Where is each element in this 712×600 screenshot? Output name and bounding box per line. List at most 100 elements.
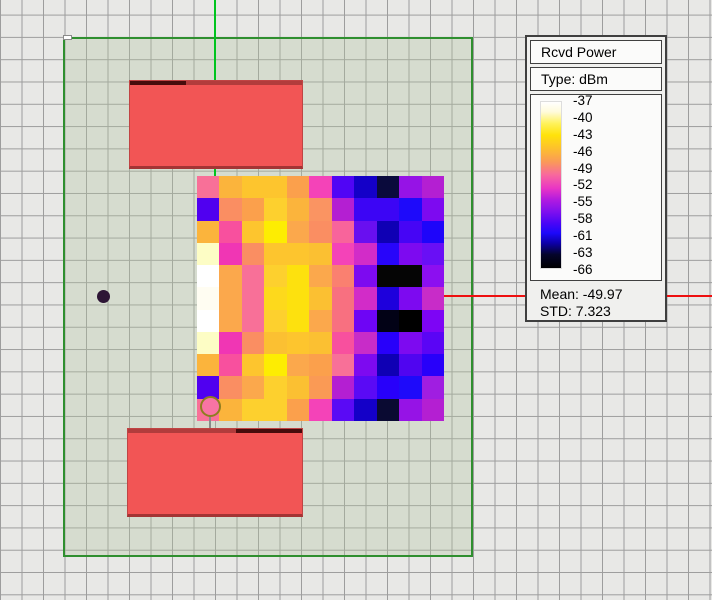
legend-type-label: Type: dBm — [530, 67, 662, 91]
heatmap-cell — [219, 265, 242, 288]
heatmap-cell — [219, 354, 242, 377]
heatmap-cell — [264, 242, 287, 266]
heatmap-cell — [354, 287, 377, 310]
heatmap-cell — [241, 176, 265, 199]
legend-panel[interactable]: Rcvd Power Type: dBm -37 -40 -43 -46 -49 -52-… — [525, 35, 667, 322]
receiver-point-marker[interactable] — [97, 290, 110, 303]
heatmap-cell — [331, 331, 355, 355]
heatmap-cell — [241, 354, 265, 377]
heatmap-cell — [399, 242, 422, 266]
heatmap-cell — [331, 220, 355, 243]
colorbar-tick-label: -66 — [573, 261, 593, 277]
heatmap-cell — [354, 331, 377, 355]
heatmap-cell — [219, 398, 242, 421]
heatmap-cell — [197, 242, 220, 266]
heatmap-cell — [399, 354, 422, 377]
heatmap-cell — [241, 331, 265, 355]
heatmap-cell — [286, 376, 310, 399]
colorbar-tick-label: -43 — [573, 126, 593, 142]
heatmap-cell — [376, 376, 400, 399]
heatmap-cell — [286, 176, 310, 199]
heatmap-cell — [197, 287, 220, 310]
scene-viewport[interactable]: Rcvd Power Type: dBm -37 -40 -43 -46 -49 -52-… — [0, 0, 712, 600]
vertex-handle[interactable] — [63, 35, 72, 40]
heatmap-cell — [219, 309, 242, 332]
colorbar-tick-label: -63 — [573, 245, 593, 261]
heatmap-cell — [286, 242, 310, 266]
heatmap-cell — [331, 287, 355, 310]
heatmap-cell — [376, 331, 400, 355]
heatmap-cell — [241, 265, 265, 288]
heatmap-cell — [197, 331, 220, 355]
heatmap-cell — [399, 376, 422, 399]
heatmap-cell — [399, 265, 422, 288]
heatmap-cell — [421, 265, 444, 288]
heatmap-cell — [309, 265, 332, 288]
heatmap-cell — [331, 309, 355, 332]
heatmap-cell — [354, 354, 377, 377]
heatmap-cell — [197, 265, 220, 288]
heatmap-cell — [241, 198, 265, 221]
heatmap-cell — [264, 354, 287, 377]
legend-title: Rcvd Power — [530, 40, 662, 64]
heatmap-cell — [421, 376, 444, 399]
heatmap-cell — [376, 287, 400, 310]
legend-stats: Mean: -49.97 STD: 7.323 — [530, 284, 662, 322]
heatmap-cell — [331, 398, 355, 421]
heatmap-cell — [354, 176, 377, 199]
heatmap-cell — [219, 176, 242, 199]
colorbar-tick-label: -55 — [573, 194, 593, 210]
building-roof-edge — [130, 81, 302, 85]
heatmap-cell — [399, 220, 422, 243]
heatmap-cell — [197, 309, 220, 332]
colorbar-ticks: -37 -40 -43 -46 -49 -52 -55 -58 -61 -63 -66 — [573, 93, 593, 277]
heatmap-cell — [421, 309, 444, 332]
heatmap-cell — [331, 198, 355, 221]
rcvd-power-heatmap[interactable] — [197, 176, 444, 421]
heatmap-cell — [331, 376, 355, 399]
heatmap-cell — [219, 376, 242, 399]
heatmap-cell — [376, 398, 400, 421]
heatmap-cell — [399, 287, 422, 310]
colorbar-gradient — [540, 101, 562, 269]
heatmap-cell — [286, 198, 310, 221]
heatmap-cell — [241, 242, 265, 266]
heatmap-cell — [309, 398, 332, 421]
heatmap-cell — [331, 176, 355, 199]
heatmap-cell — [331, 242, 355, 266]
heatmap-cell — [264, 309, 287, 332]
transmitter-point-marker[interactable] — [200, 396, 221, 417]
colorbar-tick-label: -40 — [573, 109, 593, 125]
heatmap-cell — [264, 287, 287, 310]
heatmap-cell — [399, 176, 422, 199]
heatmap-cell — [376, 265, 400, 288]
colorbar-tick-label: -49 — [573, 160, 593, 176]
heatmap-cell — [421, 354, 444, 377]
heatmap-cell — [354, 398, 377, 421]
heatmap-cell — [376, 242, 400, 266]
colorbar-tick-label: -52 — [573, 177, 593, 193]
heatmap-cell — [376, 176, 400, 199]
building-top[interactable] — [129, 80, 303, 169]
heatmap-cell — [264, 220, 287, 243]
heatmap-cell — [399, 331, 422, 355]
heatmap-cell — [286, 398, 310, 421]
heatmap-cell — [264, 398, 287, 421]
heatmap-cell — [309, 354, 332, 377]
heatmap-cell — [376, 354, 400, 377]
heatmap-cell — [354, 198, 377, 221]
legend-mean-label: Mean: -49.97 — [540, 286, 623, 302]
heatmap-cell — [219, 220, 242, 243]
heatmap-cell — [421, 242, 444, 266]
heatmap-cell — [241, 287, 265, 310]
colorbar-tick-label: -37 — [573, 93, 593, 108]
heatmap-cell — [264, 331, 287, 355]
heatmap-cell — [219, 242, 242, 266]
heatmap-cell — [399, 309, 422, 332]
heatmap-cell — [309, 376, 332, 399]
building-bottom[interactable] — [127, 428, 303, 517]
heatmap-cell — [376, 198, 400, 221]
heatmap-cell — [286, 309, 310, 332]
heatmap-cell — [331, 265, 355, 288]
heatmap-cell — [197, 220, 220, 243]
